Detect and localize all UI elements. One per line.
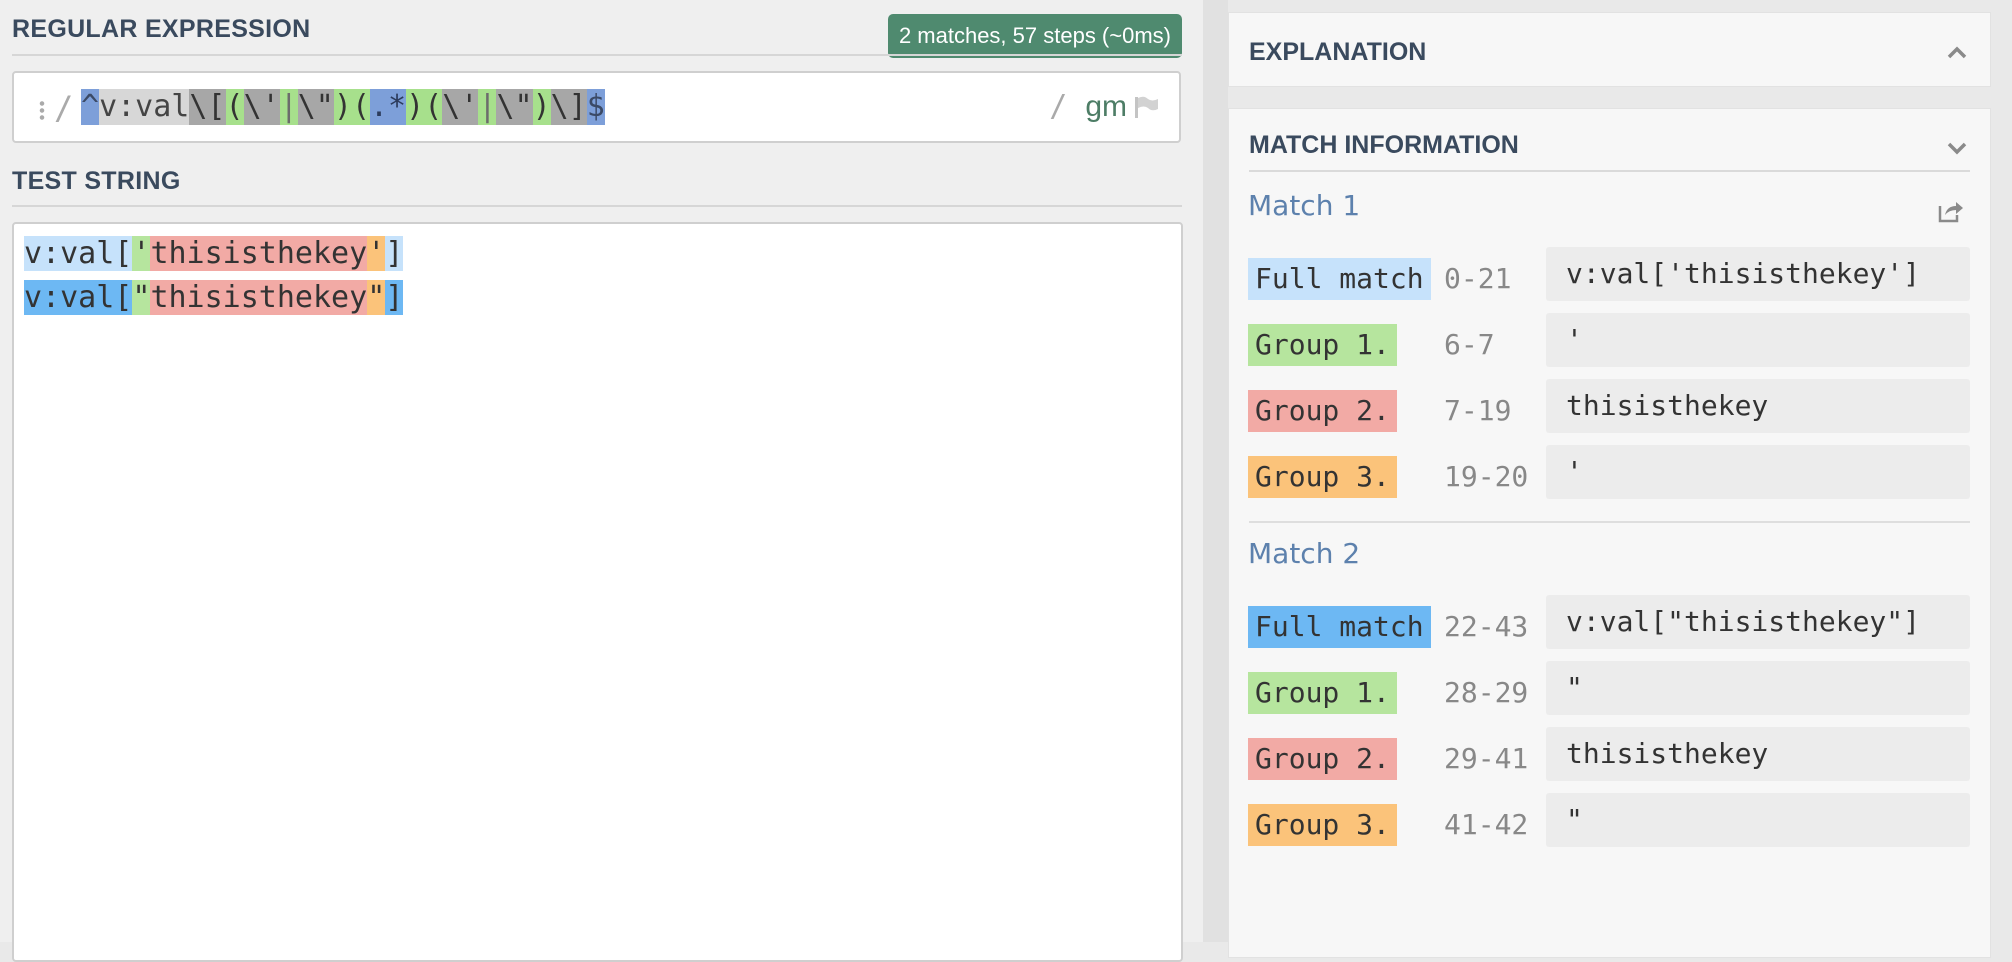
group-label: Group 3. (1248, 456, 1397, 498)
match-row[interactable]: Group 1. 6-7 ' (1248, 313, 1970, 367)
match-row[interactable]: Group 2. 29-41 thisisthekey (1248, 727, 1970, 781)
match-information-card: MATCH INFORMATION Match 1 Full match 0-21 v… (1228, 108, 1991, 958)
match-highlight: ' (367, 236, 386, 271)
match-range: 0-21 (1444, 262, 1512, 295)
regex-token: \" (297, 89, 334, 125)
match-row[interactable]: Full match 22-43 v:val["thisisthekey"] (1248, 595, 1970, 649)
regex-flags[interactable]: / gm (1049, 89, 1159, 124)
regex-open-delimiter: / (54, 89, 74, 127)
panel-resize-divider[interactable] (1203, 0, 1228, 942)
match-value[interactable]: " (1546, 661, 1970, 715)
group-label: Full match (1248, 606, 1431, 648)
group-label: Group 2. (1248, 738, 1397, 780)
match-value[interactable]: v:val["thisisthekey"] (1546, 595, 1970, 649)
test-string-input[interactable]: v:val['thisisthekey'] v:val["thisistheke… (12, 222, 1183, 962)
group-label: Group 3. (1248, 804, 1397, 846)
regex-token: ( (225, 89, 244, 125)
regex-token: .* (370, 89, 407, 125)
drag-handle-icon[interactable] (39, 100, 45, 120)
regex-token: \] (550, 89, 587, 125)
match-row[interactable]: Group 3. 19-20 ' (1248, 445, 1970, 499)
match-highlight: " (367, 280, 386, 315)
match-range: 41-42 (1444, 808, 1529, 841)
match-range: 22-43 (1444, 610, 1529, 643)
regex-section-title: REGULAR EXPRESSION (12, 15, 311, 43)
regex-flags-value[interactable]: gm (1085, 90, 1127, 123)
regex-token: ) (532, 89, 551, 125)
divider (12, 205, 1182, 207)
match-highlight: thisisthekey (150, 280, 368, 315)
regex-token: ) (333, 89, 352, 125)
test-string-line[interactable]: v:val['thisisthekey'] (24, 236, 404, 272)
match-information-title: MATCH INFORMATION (1249, 131, 1519, 159)
match-value[interactable]: v:val['thisisthekey'] (1546, 247, 1970, 301)
match-row[interactable]: Group 2. 7-19 thisisthekey (1248, 379, 1970, 433)
match-header: Match 1 (1248, 189, 1361, 222)
regex-token: \[ (189, 89, 226, 125)
match-range: 19-20 (1444, 460, 1529, 493)
match-count-badge: 2 matches, 57 steps (~0ms) (887, 14, 1182, 58)
match-value[interactable]: thisisthekey (1546, 379, 1970, 433)
match-range: 6-7 (1444, 328, 1495, 361)
regex-token: | (279, 89, 298, 125)
regex-input[interactable]: ^v:val\[(\'|\")(.*)(\'|\")\]$ (81, 89, 605, 125)
match-value[interactable]: ' (1546, 313, 1970, 367)
group-label: Group 1. (1248, 672, 1397, 714)
match-value[interactable]: " (1546, 793, 1970, 847)
match-value[interactable]: ' (1546, 445, 1970, 499)
sidebar-panel: EXPLANATION MATCH INFORMATION Match 1 Ful… (1228, 0, 2012, 958)
match-highlight: v:val[ (24, 236, 133, 271)
test-string-line[interactable]: v:val["thisisthekey"] (24, 280, 404, 316)
match-row[interactable]: Full match 0-21 v:val['thisisthekey'] (1248, 247, 1970, 301)
regex-token: ( (424, 89, 443, 125)
match-highlight: " (132, 280, 151, 315)
flag-icon[interactable] (1133, 96, 1159, 118)
share-icon[interactable] (1936, 198, 1964, 224)
group-label: Full match (1248, 258, 1431, 300)
group-label: Group 2. (1248, 390, 1397, 432)
test-string-section-title: TEST STRING (12, 167, 181, 195)
divider (1249, 170, 1970, 172)
explanation-title: EXPLANATION (1249, 38, 1427, 66)
match-highlight: ] (385, 236, 404, 271)
match-range: 7-19 (1444, 394, 1512, 427)
regex-token: \' (243, 89, 280, 125)
match-row[interactable]: Group 3. 41-42 " (1248, 793, 1970, 847)
regex-token: | (478, 89, 497, 125)
regex-input-box[interactable]: / ^v:val\[(\'|\")(.*)(\'|\")\]$ / gm (12, 71, 1181, 143)
match-range: 29-41 (1444, 742, 1529, 775)
match-range: 28-29 (1444, 676, 1529, 709)
regex-token: \' (442, 89, 479, 125)
divider (1249, 521, 1970, 523)
divider (12, 54, 1182, 56)
regex-token: \" (496, 89, 533, 125)
match-header: Match 2 (1248, 537, 1361, 570)
group-label: Group 1. (1248, 324, 1397, 366)
regex-token: ( (351, 89, 370, 125)
match-highlight: thisisthekey (150, 236, 368, 271)
regex-token: ) (406, 89, 425, 125)
regex-token: v:val (99, 89, 190, 125)
match-row[interactable]: Group 1. 28-29 " (1248, 661, 1970, 715)
regex-editor-panel: REGULAR EXPRESSION 2 matches, 57 steps (… (0, 0, 1203, 962)
chevron-down-icon[interactable] (1946, 137, 1968, 159)
regex-close-delimiter: / (1049, 89, 1068, 124)
match-highlight: v:val[ (24, 280, 133, 315)
match-highlight: ' (132, 236, 151, 271)
chevron-up-icon[interactable] (1946, 42, 1968, 64)
match-highlight: ] (385, 280, 404, 315)
explanation-card[interactable]: EXPLANATION (1228, 12, 1991, 87)
regex-token: ^ (81, 89, 100, 125)
match-value[interactable]: thisisthekey (1546, 727, 1970, 781)
regex-token: $ (586, 89, 605, 125)
